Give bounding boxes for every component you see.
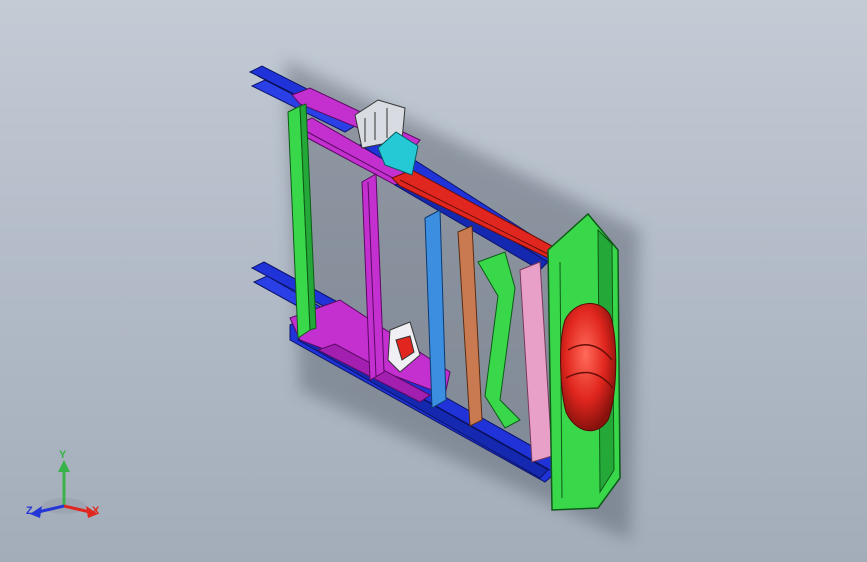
red-fuel-tank[interactable] [560, 303, 617, 432]
triad-y-label: Y [59, 449, 67, 461]
coordinate-triad: Y X Z [22, 448, 106, 524]
triad-x-label: X [92, 505, 100, 517]
graphics-viewport[interactable]: Y X Z [0, 0, 867, 562]
triad-z-label: Z [26, 505, 33, 517]
cad-assembly-model[interactable] [0, 0, 867, 562]
